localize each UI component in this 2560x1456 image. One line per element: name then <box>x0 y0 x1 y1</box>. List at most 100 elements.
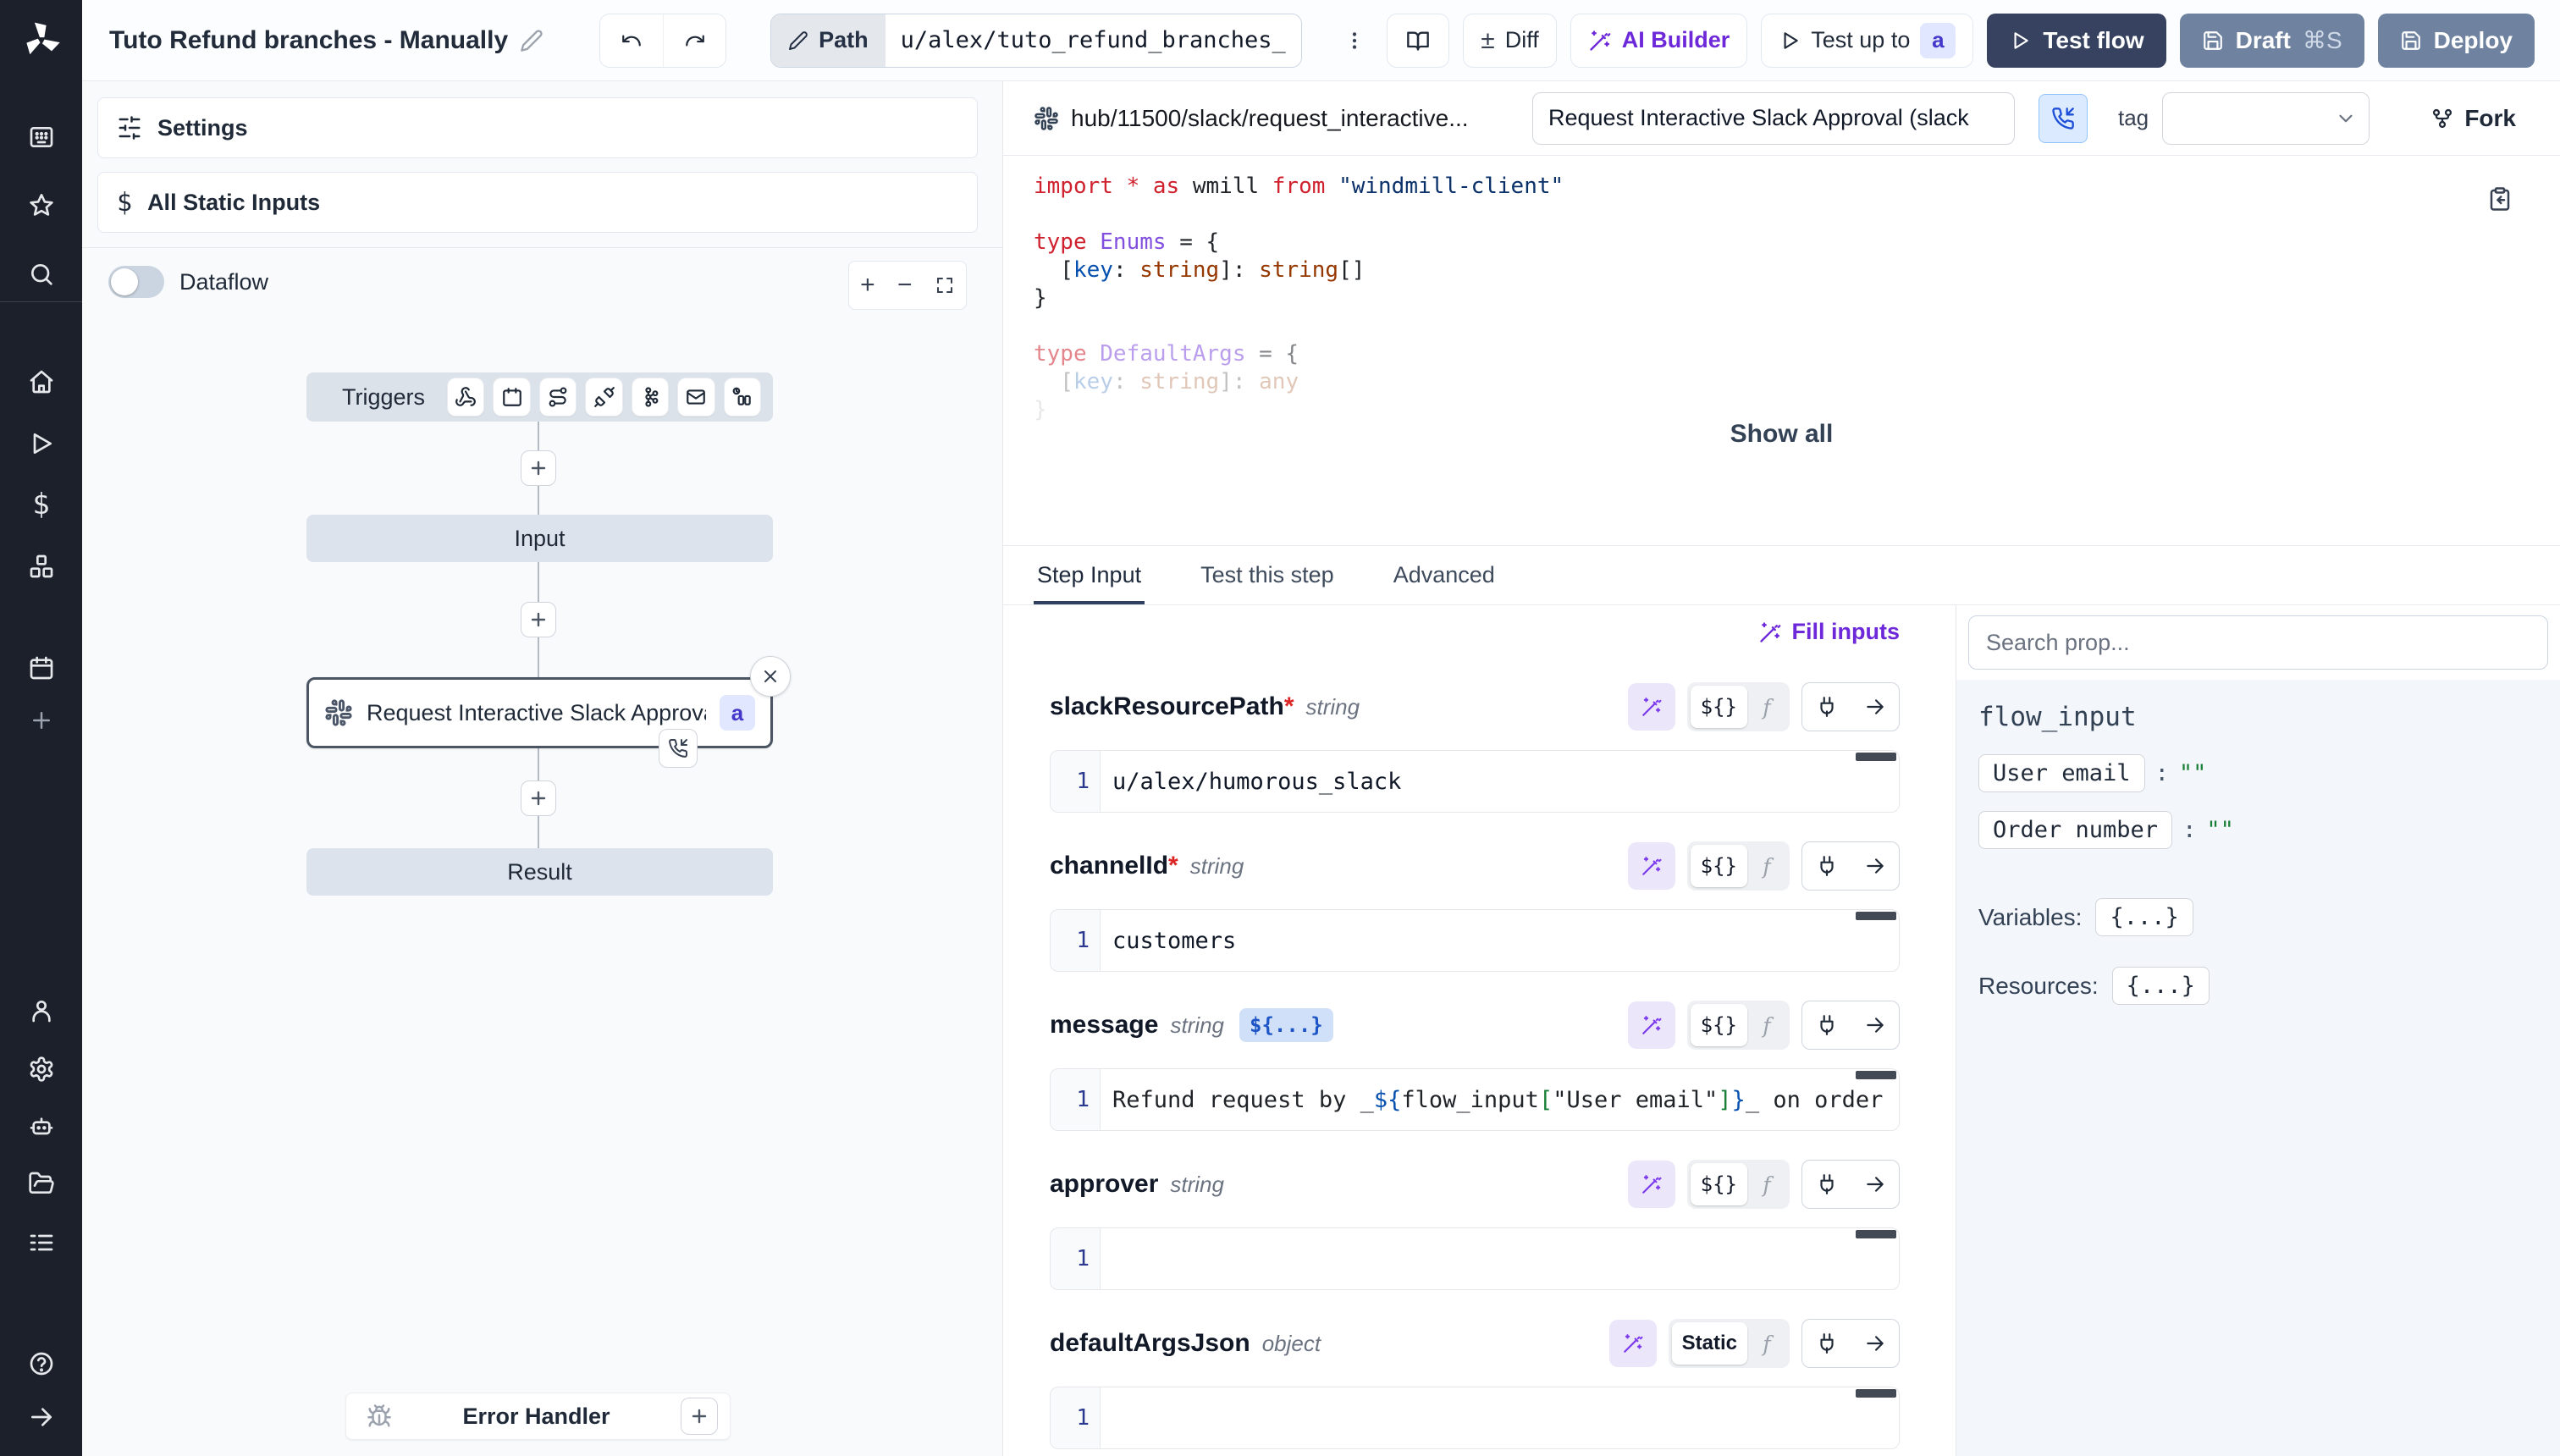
email-trigger-button[interactable] <box>677 378 714 416</box>
plug-button[interactable] <box>1802 1001 1851 1049</box>
webhook-trigger-button[interactable] <box>447 378 484 416</box>
ai-fill-field-button[interactable] <box>1628 1001 1675 1049</box>
connect-arrow-button[interactable] <box>1851 1320 1899 1367</box>
dataflow-toggle[interactable] <box>108 266 164 298</box>
field-value[interactable]: Refund request by _${flow_input["User em… <box>1100 1069 1899 1130</box>
connect-arrow-button[interactable] <box>1851 1001 1899 1049</box>
path-value[interactable]: u/alex/tuto_refund_branches_ <box>886 14 1301 67</box>
poll-trigger-button[interactable] <box>724 378 761 416</box>
sidebar-item-search[interactable] <box>0 247 82 301</box>
copy-code-button[interactable] <box>2487 186 2513 212</box>
sidebar-item-variables[interactable]: $ <box>0 477 82 532</box>
undo-button[interactable] <box>600 14 663 67</box>
field-editor[interactable]: 1 customers <box>1050 909 1900 972</box>
path-widget[interactable]: Path u/alex/tuto_refund_branches_ <box>770 14 1302 68</box>
edit-title-button[interactable] <box>520 29 543 52</box>
template-mode-button[interactable]: ${} <box>1691 686 1747 728</box>
plug-button[interactable] <box>1802 842 1851 890</box>
result-node[interactable]: Result <box>306 848 773 896</box>
flow-settings-row[interactable]: Settings <box>97 97 978 158</box>
prop-name-chip[interactable]: Order number <box>1978 811 2172 849</box>
sidebar-item-home[interactable] <box>0 355 82 409</box>
plug-button[interactable] <box>1802 683 1851 731</box>
ai-fill-field-button[interactable] <box>1628 1161 1675 1208</box>
triggers-node[interactable]: Triggers <box>306 372 773 422</box>
field-editor[interactable]: 1 Refund request by _${flow_input["User … <box>1050 1068 1900 1131</box>
editor-scrollbar[interactable] <box>1856 753 1896 761</box>
windmill-logo[interactable] <box>20 19 63 61</box>
step-summary-input[interactable]: Request Interactive Slack Approval (slac… <box>1532 92 2015 145</box>
slack-approval-step-node[interactable]: Request Interactive Slack Approval (... … <box>306 677 773 748</box>
sidebar-item-workspace[interactable] <box>0 110 82 164</box>
field-editor[interactable]: 1 <box>1050 1227 1900 1290</box>
docs-button[interactable] <box>1387 14 1449 68</box>
kafka-trigger-button[interactable] <box>632 378 669 416</box>
draft-button[interactable]: Draft ⌘S <box>2180 14 2364 68</box>
tab-step-input[interactable]: Step Input <box>1034 546 1145 604</box>
redo-button[interactable] <box>663 14 726 67</box>
zoom-in-button[interactable]: + <box>860 271 875 300</box>
ai-fill-field-button[interactable] <box>1628 683 1675 731</box>
insert-step-button[interactable] <box>521 602 556 637</box>
connect-arrow-button[interactable] <box>1851 683 1899 731</box>
sidebar-item-folders[interactable] <box>0 1156 82 1211</box>
template-mode-button[interactable]: ${} <box>1691 1004 1747 1046</box>
test-up-to-button[interactable]: Test up to a <box>1761 14 1973 68</box>
input-node[interactable]: Input <box>306 515 773 562</box>
tab-test-this-step[interactable]: Test this step <box>1197 546 1338 604</box>
show-all-button[interactable]: Show all <box>1730 420 1834 449</box>
editor-scrollbar[interactable] <box>1856 1230 1896 1238</box>
ai-fill-field-button[interactable] <box>1609 1320 1657 1367</box>
ai-fill-field-button[interactable] <box>1628 842 1675 890</box>
fit-view-button[interactable] <box>935 275 955 295</box>
schedule-trigger-button[interactable] <box>493 378 530 416</box>
field-value[interactable]: u/alex/humorous_slack <box>1100 751 1899 812</box>
js-mode-button[interactable]: f <box>1747 845 1786 887</box>
search-prop-input[interactable] <box>1968 615 2548 670</box>
sidebar-item-users[interactable] <box>0 984 82 1038</box>
editor-scrollbar[interactable] <box>1856 1071 1896 1079</box>
all-static-inputs-row[interactable]: $ All Static Inputs <box>97 172 978 233</box>
js-mode-button[interactable]: f <box>1747 686 1786 728</box>
test-flow-button[interactable]: Test flow <box>1987 14 2166 68</box>
websocket-trigger-button[interactable] <box>585 378 622 416</box>
connect-arrow-button[interactable] <box>1851 1161 1899 1208</box>
field-value[interactable] <box>1100 1387 1899 1448</box>
connect-arrow-button[interactable] <box>1851 842 1899 890</box>
prop-user-email[interactable]: User email : "" <box>1978 754 2538 792</box>
static-mode-button[interactable]: Static <box>1672 1322 1747 1365</box>
zoom-out-button[interactable]: − <box>897 271 913 300</box>
template-mode-button[interactable]: ${} <box>1691 1163 1747 1205</box>
error-handler-node[interactable]: Error Handler <box>345 1393 731 1440</box>
tag-select[interactable] <box>2162 92 2370 145</box>
editor-scrollbar[interactable] <box>1856 912 1896 920</box>
js-mode-button[interactable]: f <box>1747 1004 1786 1046</box>
resources-chip[interactable]: {...} <box>2112 967 2210 1005</box>
sidebar-item-workers[interactable] <box>0 1100 82 1154</box>
prop-order-number[interactable]: Order number : "" <box>1978 811 2538 849</box>
sidebar-item-add[interactable] <box>0 693 82 747</box>
http-route-trigger-button[interactable] <box>539 378 577 416</box>
sidebar-item-settings[interactable] <box>0 1042 82 1096</box>
sidebar-item-resources[interactable] <box>0 539 82 593</box>
field-value[interactable]: customers <box>1100 910 1899 971</box>
field-value[interactable] <box>1100 1228 1899 1289</box>
plug-button[interactable] <box>1802 1320 1851 1367</box>
hub-script-path[interactable]: hub/11500/slack/request_interactive... <box>1034 105 1524 132</box>
insert-step-button[interactable] <box>521 780 556 816</box>
deploy-button[interactable]: Deploy <box>2378 14 2535 68</box>
plug-button[interactable] <box>1802 1161 1851 1208</box>
fill-inputs-button[interactable]: Fill inputs <box>1758 619 1901 645</box>
field-editor[interactable]: 1 u/alex/humorous_slack <box>1050 750 1900 813</box>
variables-chip[interactable]: {...} <box>2095 898 2193 936</box>
suspend-settings-button[interactable] <box>2039 94 2088 143</box>
js-mode-button[interactable]: f <box>1747 1322 1786 1365</box>
sidebar-item-favorites[interactable] <box>0 179 82 233</box>
field-editor[interactable]: 1 <box>1050 1387 1900 1449</box>
editor-scrollbar[interactable] <box>1856 1389 1896 1398</box>
add-error-handler-button[interactable] <box>681 1398 718 1435</box>
insert-step-button[interactable] <box>521 450 556 486</box>
delete-step-button[interactable] <box>750 656 791 697</box>
sidebar-item-help[interactable] <box>0 1337 82 1391</box>
js-mode-button[interactable]: f <box>1747 1163 1786 1205</box>
